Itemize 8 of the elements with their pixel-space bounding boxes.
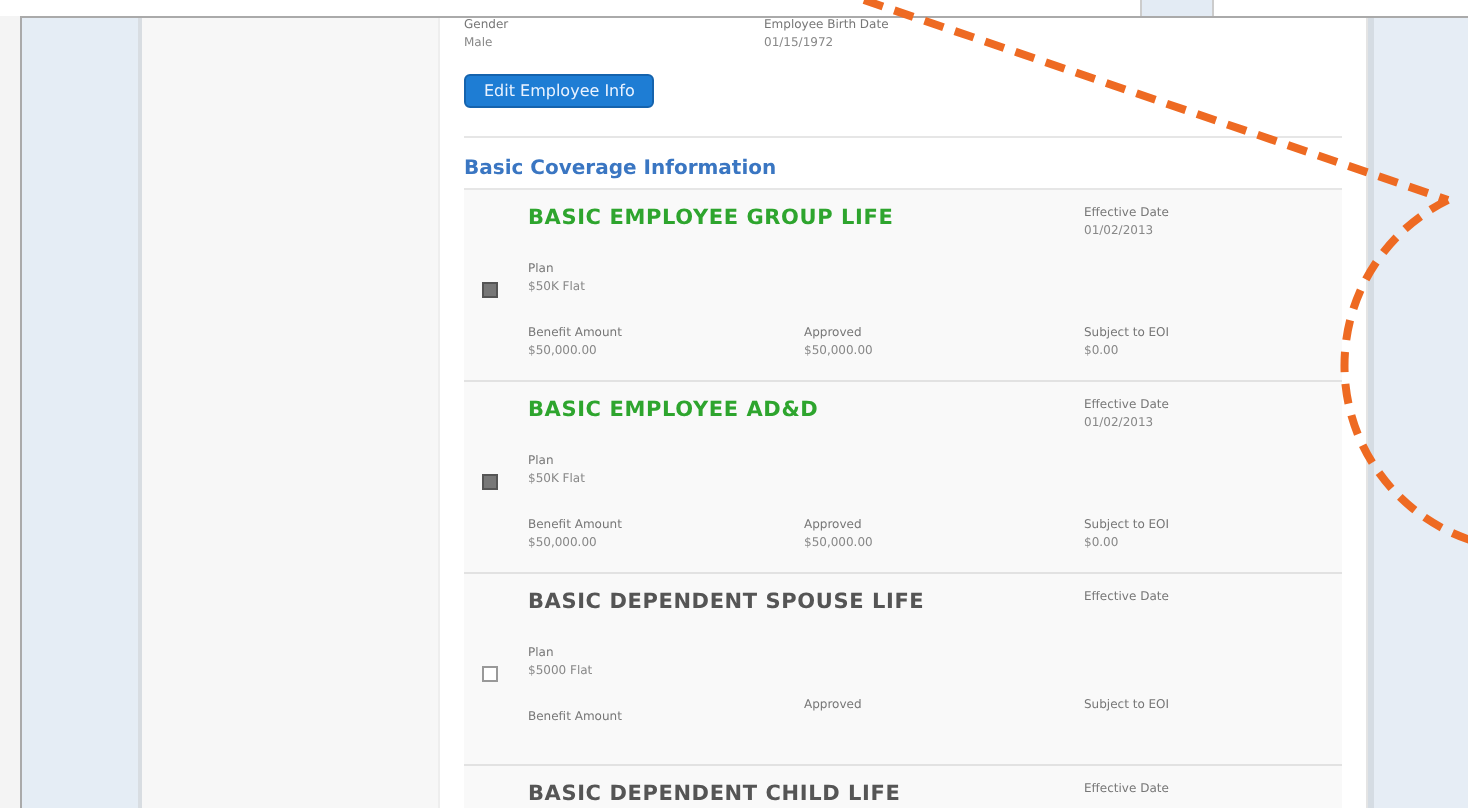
coverage-title: BASIC DEPENDENT SPOUSE LIFE: [528, 590, 925, 614]
checkbox[interactable]: [482, 666, 498, 682]
edit-employee-button[interactable]: Edit Employee Info: [464, 74, 655, 108]
checkbox[interactable]: [482, 282, 498, 298]
coverage-title: BASIC EMPLOYEE GROUP LIFE: [528, 206, 894, 230]
coverage-title: BASIC DEPENDENT CHILD LIFE: [528, 782, 901, 806]
coverage-title: BASIC EMPLOYEE AD&D: [528, 398, 819, 422]
checkbox[interactable]: [482, 474, 498, 490]
